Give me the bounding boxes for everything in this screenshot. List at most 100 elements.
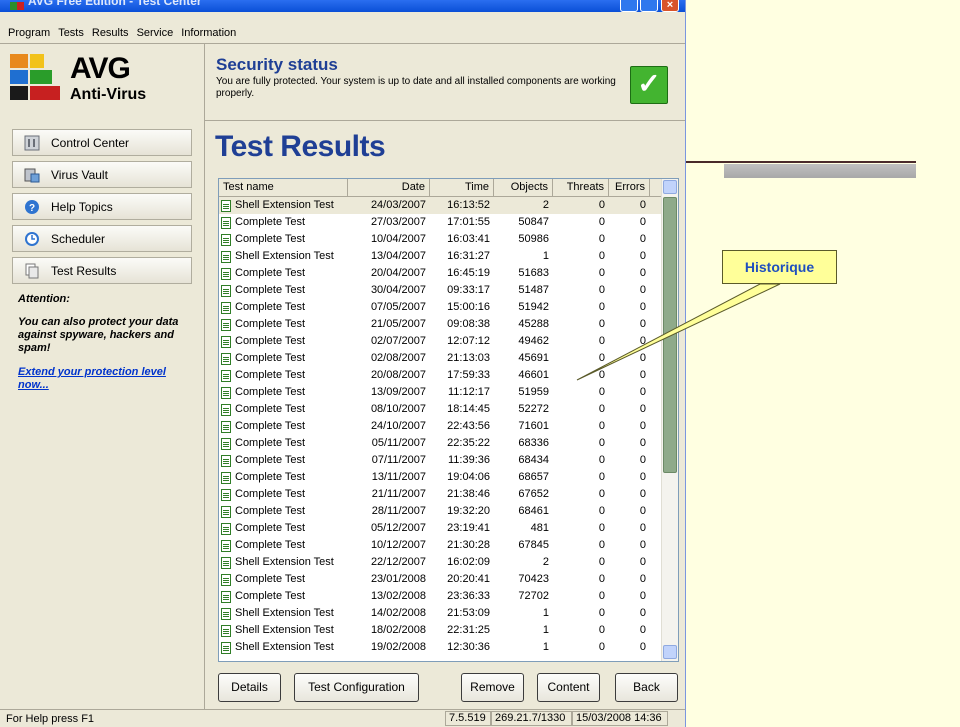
menu-tests[interactable]: Tests — [54, 24, 88, 42]
cell-test-name: Complete Test — [219, 418, 348, 435]
menu-service[interactable]: Service — [133, 24, 178, 42]
table-row[interactable]: Complete Test 08/10/2007 18:14:45 52272 0 0 — [219, 401, 662, 418]
minimize-button[interactable] — [620, 0, 638, 12]
cell-date: 21/11/2007 — [371, 488, 426, 500]
table-row[interactable]: Complete Test 13/09/2007 11:12:17 51959 0 0 — [219, 384, 662, 401]
cell-test-name: Complete Test — [219, 282, 348, 299]
test-results-table[interactable]: Test name Date Time Objects Threats Erro… — [218, 178, 679, 662]
menu-results[interactable]: Results — [88, 24, 133, 42]
table-row[interactable]: Complete Test 23/01/2008 20:20:41 70423 0 0 — [219, 571, 662, 588]
test-log-icon — [221, 199, 231, 212]
table-row[interactable]: Complete Test 02/07/2007 12:07:12 49462 0 0 — [219, 333, 662, 350]
table-row[interactable]: Complete Test 10/04/2007 16:03:41 50986 0 0 — [219, 231, 662, 248]
table-row[interactable]: Complete Test 05/12/2007 23:19:41 481 0 0 — [219, 520, 662, 537]
test-configuration-button[interactable]: Test Configuration — [294, 673, 419, 702]
test-log-icon — [221, 335, 231, 348]
table-row[interactable]: Complete Test 05/11/2007 22:35:22 68336 0 0 — [219, 435, 662, 452]
scroll-down-arrow[interactable] — [663, 645, 677, 659]
table-row[interactable]: Complete Test 21/05/2007 09:08:38 45288 0 0 — [219, 316, 662, 333]
cell-test-name: Shell Extension Test — [219, 197, 348, 214]
vertical-scrollbar[interactable] — [661, 179, 678, 661]
cell-errors: 0 — [639, 352, 646, 364]
scroll-up-arrow[interactable] — [663, 180, 677, 194]
table-row[interactable]: Shell Extension Test 19/02/2008 12:30:36 1 0… — [219, 639, 662, 656]
cell-errors: 0 — [639, 267, 646, 279]
cell-errors: 0 — [639, 641, 646, 653]
cell-test-name: Complete Test — [219, 265, 348, 282]
column-header-threats[interactable]: Threats — [553, 179, 609, 196]
table-row[interactable]: Complete Test 28/11/2007 19:32:20 68461 0 0 — [219, 503, 662, 520]
cell-time: 23:19:41 — [447, 522, 490, 534]
security-status-title: Security status — [216, 55, 338, 74]
column-header-objects[interactable]: Objects — [494, 179, 553, 196]
table-row[interactable]: Complete Test 20/04/2007 16:45:19 51683 0 0 — [219, 265, 662, 282]
table-row[interactable]: Shell Extension Test 18/02/2008 22:31:25 1 0… — [219, 622, 662, 639]
menu-information[interactable]: Information — [177, 24, 240, 42]
table-row[interactable]: Shell Extension Test 22/12/2007 16:02:09 2 0… — [219, 554, 662, 571]
content-button[interactable]: Content — [537, 673, 600, 702]
nav-virus-vault[interactable]: Virus Vault — [12, 161, 192, 188]
title-bar[interactable]: AVG Free Edition - Test Center × — [0, 0, 685, 12]
table-row[interactable]: Complete Test 07/05/2007 15:00:16 51942 0 0 — [219, 299, 662, 316]
test-name-label: Complete Test — [235, 369, 306, 381]
maximize-button[interactable] — [640, 0, 658, 12]
table-row[interactable]: Shell Extension Test 13/04/2007 16:31:27 1 0… — [219, 248, 662, 265]
cell-objects: 68336 — [518, 437, 549, 449]
table-row[interactable]: Complete Test 20/08/2007 17:59:33 46601 0 0 — [219, 367, 662, 384]
table-row[interactable]: Complete Test 30/04/2007 09:33:17 51487 0 0 — [219, 282, 662, 299]
test-log-icon — [221, 437, 231, 450]
table-row[interactable]: Complete Test 27/03/2007 17:01:55 50847 0 0 — [219, 214, 662, 231]
cell-threats: 0 — [598, 471, 605, 483]
table-body: Shell Extension Test 24/03/2007 16:13:52 2 0… — [219, 197, 662, 656]
nav-label: Control Center — [51, 135, 130, 150]
test-log-icon — [221, 641, 231, 654]
cell-objects: 481 — [530, 522, 549, 534]
table-row[interactable]: Shell Extension Test 14/02/2008 21:53:09 1 0… — [219, 605, 662, 622]
cell-errors: 0 — [639, 590, 646, 602]
cell-date: 13/02/2008 — [370, 590, 426, 602]
remove-button[interactable]: Remove — [461, 673, 524, 702]
cell-test-name: Complete Test — [219, 231, 348, 248]
column-header-test-name[interactable]: Test name — [219, 179, 348, 196]
table-row[interactable]: Complete Test 10/12/2007 21:30:28 67845 0 0 — [219, 537, 662, 554]
table-row[interactable]: Complete Test 13/11/2007 19:04:06 68657 0 0 — [219, 469, 662, 486]
cell-date: 18/02/2008 — [370, 624, 426, 636]
nav-test-results[interactable]: Test Results — [12, 257, 192, 284]
menu-program[interactable]: Program — [4, 24, 54, 42]
table-row[interactable]: Complete Test 21/11/2007 21:38:46 67652 0 0 — [219, 486, 662, 503]
scrollbar-thumb[interactable] — [663, 197, 677, 473]
avg-logo: AVG Anti-Virus — [8, 52, 198, 110]
test-name-label: Complete Test — [235, 216, 306, 228]
cell-threats: 0 — [598, 386, 605, 398]
cell-errors: 0 — [639, 624, 646, 636]
nav-control-center[interactable]: Control Center — [12, 129, 192, 156]
extend-protection-link[interactable]: Extend your protection level now... — [18, 366, 178, 392]
column-header-time[interactable]: Time — [430, 179, 494, 196]
nav-scheduler[interactable]: Scheduler — [12, 225, 192, 252]
table-row[interactable]: Complete Test 24/10/2007 22:43:56 71601 0 0 — [219, 418, 662, 435]
cell-objects: 46601 — [518, 369, 549, 381]
details-button[interactable]: Details — [218, 673, 281, 702]
table-row[interactable]: Complete Test 13/02/2008 23:36:33 72702 0 0 — [219, 588, 662, 605]
cell-objects: 51959 — [518, 386, 549, 398]
table-row[interactable]: Shell Extension Test 24/03/2007 16:13:52 2 0… — [219, 197, 662, 214]
cell-date: 20/08/2007 — [370, 369, 426, 381]
nav-help-topics[interactable]: ? Help Topics — [12, 193, 192, 220]
column-header-errors[interactable]: Errors — [609, 179, 650, 196]
cell-time: 21:30:28 — [447, 539, 490, 551]
cell-errors: 0 — [639, 301, 646, 313]
close-button[interactable]: × — [661, 0, 679, 12]
cell-test-name: Complete Test — [219, 384, 348, 401]
table-row[interactable]: Complete Test 02/08/2007 21:13:03 45691 0 0 — [219, 350, 662, 367]
cell-threats: 0 — [598, 250, 605, 262]
cell-threats: 0 — [598, 420, 605, 432]
status-ok-icon: ✓ — [630, 66, 668, 104]
table-row[interactable]: Complete Test 07/11/2007 11:39:36 68434 0 0 — [219, 452, 662, 469]
cell-objects: 2 — [542, 199, 549, 211]
cell-errors: 0 — [639, 369, 646, 381]
column-header-date[interactable]: Date — [348, 179, 430, 196]
app-icon — [10, 2, 24, 10]
cell-objects: 68657 — [518, 471, 549, 483]
test-name-label: Shell Extension Test — [235, 556, 334, 568]
back-button[interactable]: Back — [615, 673, 678, 702]
